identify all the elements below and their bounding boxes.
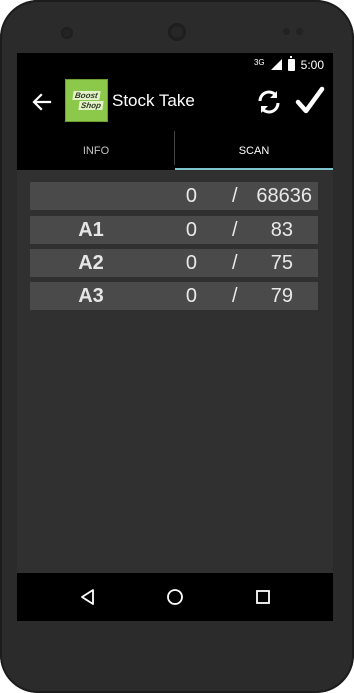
network-type: 3G — [253, 58, 265, 67]
page-title: Stock Take — [112, 91, 195, 110]
tab-info[interactable]: INFO — [17, 131, 175, 170]
expected-count: 79 — [270, 285, 293, 307]
location-name: A2 — [78, 252, 104, 274]
scanned-count: 0 — [185, 285, 197, 307]
separator: / — [232, 252, 238, 274]
scanned-count: 0 — [185, 219, 197, 241]
front-camera — [168, 23, 186, 41]
list-item[interactable]: A2 0 / 75 — [30, 249, 318, 277]
status-time: 5:00 — [300, 57, 324, 72]
sensor-dots — [283, 28, 303, 35]
tab-scan[interactable]: SCAN — [175, 131, 333, 170]
expected-count: 83 — [270, 219, 293, 241]
list-item[interactable]: A1 0 / 83 — [30, 216, 318, 244]
list-item-total[interactable]: 0 / 68636 — [30, 182, 318, 210]
sync-icon[interactable] — [255, 88, 283, 116]
system-nav-bar — [17, 573, 333, 621]
square-recent-icon[interactable] — [253, 587, 273, 607]
separator: / — [232, 285, 238, 307]
screen: 3G 5:00 Boost Shop Stock Take INFO SCAN … — [17, 53, 333, 621]
scan-list: 0 / 68636 A1 0 / 83 A2 0 / 75 A3 0 / 79 — [17, 170, 333, 570]
location-name: A3 — [78, 285, 104, 307]
signal-icon — [270, 59, 282, 70]
device-frame: 3G 5:00 Boost Shop Stock Take INFO SCAN … — [0, 0, 354, 693]
arrow-left-icon[interactable] — [31, 90, 53, 114]
checkmark-icon[interactable] — [295, 84, 325, 118]
expected-count: 75 — [270, 252, 293, 274]
expected-count: 68636 — [256, 185, 312, 207]
circle-home-icon[interactable] — [165, 587, 185, 607]
triangle-back-icon[interactable] — [78, 587, 98, 607]
battery-icon — [287, 55, 295, 71]
scanned-count: 0 — [185, 185, 197, 207]
status-bar: 3G 5:00 — [17, 53, 333, 76]
separator: / — [232, 219, 238, 241]
tab-bar: INFO SCAN — [17, 131, 333, 170]
app-bar: Boost Shop Stock Take — [17, 76, 333, 131]
list-item[interactable]: A3 0 / 79 — [30, 282, 318, 310]
app-logo: Boost Shop — [65, 79, 108, 122]
front-sensor — [61, 27, 73, 39]
location-name: A1 — [78, 219, 104, 241]
separator: / — [232, 185, 238, 207]
scanned-count: 0 — [185, 252, 197, 274]
